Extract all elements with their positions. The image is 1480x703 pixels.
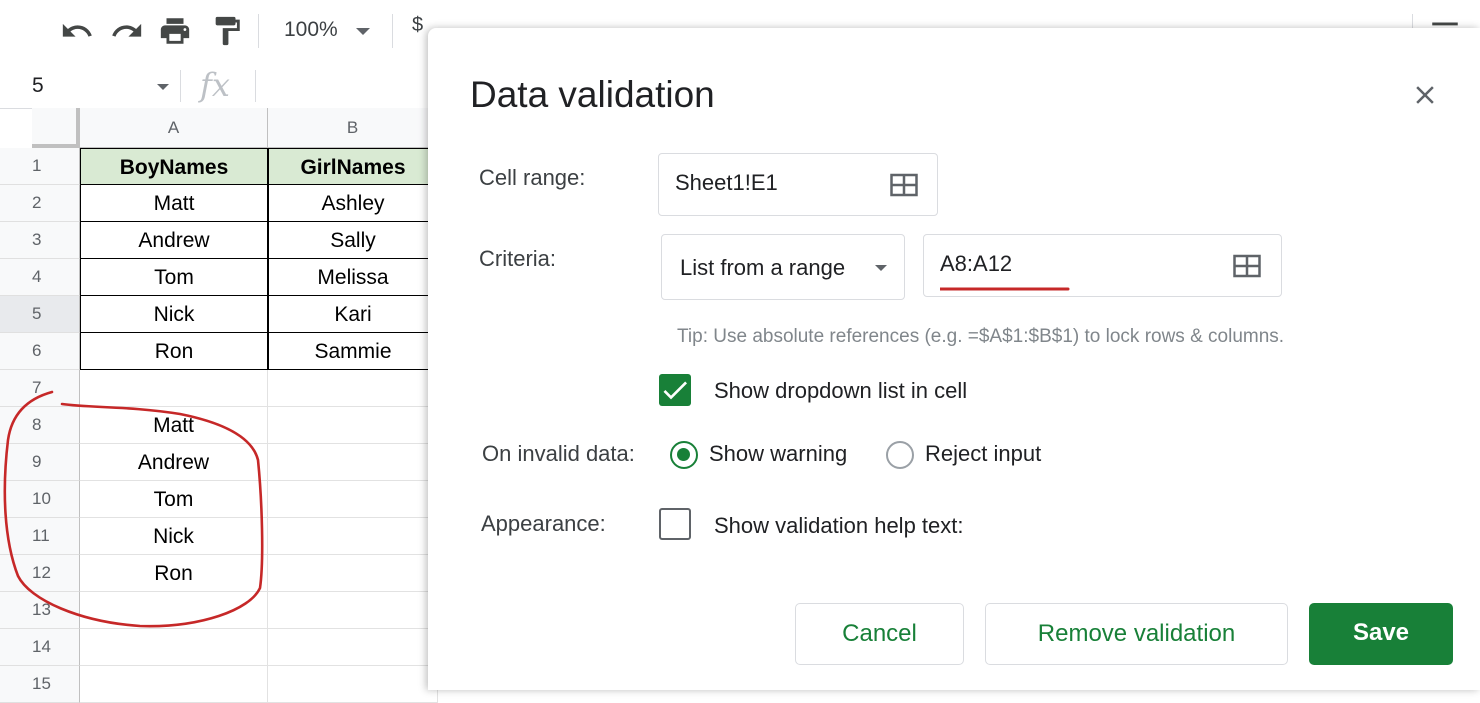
row-header[interactable]: 12 [0,555,80,592]
cell-range-input[interactable]: Sheet1!E1 [658,153,938,216]
criteria-type-value: List from a range [680,255,846,280]
cell-column-b[interactable]: Sally [268,222,438,259]
row-header[interactable]: 13 [0,592,80,629]
redo-icon[interactable] [110,14,144,48]
criteria-type-select[interactable]: List from a range [661,234,905,300]
cell-column-a[interactable]: BoyNames [80,148,268,185]
invalid-data-label: On invalid data: [482,441,635,466]
reject-input-radio[interactable] [886,441,914,469]
cell-column-b[interactable]: Melissa [268,259,438,296]
cell-column-b[interactable] [268,407,438,444]
cell-column-b[interactable] [268,592,438,629]
cell-range-value: Sheet1!E1 [675,170,778,195]
row-header[interactable]: 8 [0,407,80,444]
show-warning-radio[interactable] [670,441,698,469]
cell-column-a[interactable] [80,370,268,407]
chevron-down-icon[interactable] [356,28,370,35]
show-dropdown-label: Show dropdown list in cell [714,378,968,403]
cell-column-a[interactable] [80,629,268,666]
cell-column-b[interactable]: Sammie [268,333,438,370]
help-text-checkbox[interactable] [659,508,691,540]
row-header[interactable]: 9 [0,444,80,481]
row-header[interactable]: 1 [0,148,80,185]
zoom-select[interactable]: 100% [284,18,338,42]
row-header[interactable]: 2 [0,185,80,222]
cell-column-a[interactable]: Matt [80,185,268,222]
select-range-icon[interactable] [1232,253,1262,279]
criteria-label: Criteria: [479,246,557,271]
row-header[interactable]: 3 [0,222,80,259]
close-icon[interactable] [1410,80,1440,110]
appearance-label: Appearance: [481,511,606,536]
red-underline-annotation [940,287,1070,291]
tip-text: Tip: Use absolute references (e.g. =$A$1… [677,326,1285,347]
row-header[interactable]: 7 [0,370,80,407]
cell-column-a[interactable]: Ron [80,333,268,370]
show-warning-label: Show warning [709,441,848,466]
cell-column-a[interactable]: Matt [80,407,268,444]
cell-column-a[interactable] [80,592,268,629]
cell-column-b[interactable] [268,481,438,518]
fx-icon: fx [200,66,230,104]
cell-column-a[interactable]: Nick [80,518,268,555]
formula-divider [180,70,181,102]
cell-column-a[interactable]: Tom [80,481,268,518]
formula-divider [255,70,256,102]
cell-column-a[interactable]: Andrew [80,444,268,481]
cell-column-b[interactable] [268,444,438,481]
chevron-down-icon[interactable] [875,265,887,271]
cell-column-b[interactable] [268,370,438,407]
spreadsheet-grid[interactable]: A B 1 BoyNames GirlNames 2 Matt Ashley 3 Andrew… [0,108,438,703]
dialog-title: Data validation [470,74,715,115]
cell-column-b[interactable] [268,629,438,666]
name-box[interactable]: 5 [32,74,44,98]
cell-column-a[interactable]: Ron [80,555,268,592]
cell-range-label: Cell range: [479,165,586,190]
row-header[interactable]: 10 [0,481,80,518]
cell-column-b[interactable] [268,555,438,592]
show-dropdown-checkbox[interactable] [659,374,691,406]
row-header[interactable]: 6 [0,333,80,370]
cell-column-a[interactable]: Nick [80,296,268,333]
toolbar-divider [258,14,259,48]
select-all-corner[interactable] [32,108,80,148]
cell-column-b[interactable]: Ashley [268,185,438,222]
undo-icon[interactable] [60,14,94,48]
cell-column-a[interactable] [80,666,268,703]
check-icon [663,381,687,400]
cell-column-b[interactable] [268,666,438,703]
column-header-b[interactable]: B [268,108,438,148]
row-header[interactable]: 11 [0,518,80,555]
cancel-button[interactable]: Cancel [795,603,964,665]
save-button[interactable]: Save [1309,603,1453,665]
criteria-range-value: A8:A12 [940,251,1013,276]
toolbar-divider [392,14,393,48]
currency-format-button[interactable]: $ [412,14,428,37]
select-range-icon[interactable] [889,172,919,198]
reject-input-label: Reject input [925,441,1042,466]
help-text-label: Show validation help text: [714,513,964,538]
data-validation-dialog: Data validation Cell range: Sheet1!E1 Cr… [428,28,1480,690]
criteria-range-input[interactable]: A8:A12 [923,234,1282,297]
cell-column-b[interactable] [268,518,438,555]
row-header[interactable]: 4 [0,259,80,296]
row-header[interactable]: 5 [0,296,80,333]
row-header[interactable]: 14 [0,629,80,666]
paint-format-icon[interactable] [210,14,244,48]
print-icon[interactable] [158,14,192,48]
cell-column-b[interactable]: Kari [268,296,438,333]
cell-column-a[interactable]: Andrew [80,222,268,259]
row-header[interactable]: 15 [0,666,80,703]
cell-column-b[interactable]: GirlNames [268,148,438,185]
chevron-down-icon[interactable] [157,84,169,90]
cell-column-a[interactable]: Tom [80,259,268,296]
column-header-a[interactable]: A [80,108,268,148]
remove-validation-button[interactable]: Remove validation [985,603,1288,665]
